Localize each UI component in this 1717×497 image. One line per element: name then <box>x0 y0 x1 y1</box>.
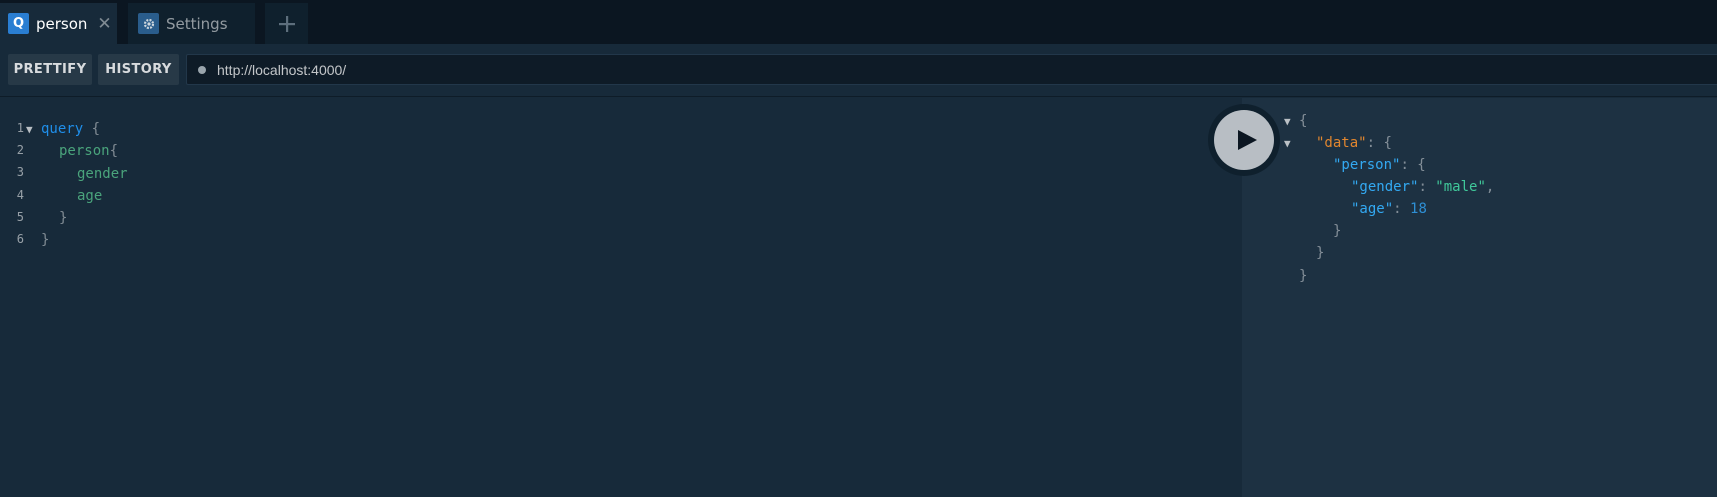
code-line-3: gender <box>77 163 128 185</box>
brace-token: } <box>1316 245 1325 261</box>
result-line: } <box>1316 242 1324 264</box>
line-number: 3 <box>16 165 24 179</box>
field-token: age <box>77 188 103 204</box>
result-line: } <box>1333 220 1341 242</box>
tab-label: person <box>36 14 88 33</box>
execute-query-button[interactable] <box>1208 104 1280 176</box>
code-line-2: person{ <box>59 140 118 162</box>
close-tab-icon[interactable]: ✕ <box>97 14 111 34</box>
endpoint-url: http://localhost:4000/ <box>217 61 347 78</box>
plus-icon <box>278 15 295 32</box>
tab-person[interactable]: Q person ✕ <box>0 3 117 44</box>
gender-key: "gender" <box>1351 179 1419 195</box>
endpoint-input[interactable]: http://localhost:4000/ <box>186 54 1717 85</box>
fold-arrow-icon[interactable]: ▼ <box>26 118 33 140</box>
brace-token: { <box>91 121 101 137</box>
line-number: 4 <box>16 188 24 202</box>
code-line-6: } <box>41 229 49 251</box>
data-key: "data" <box>1316 135 1367 151</box>
brace-token: } <box>1299 268 1308 284</box>
age-value: 18 <box>1410 201 1427 217</box>
brace-token: { <box>1417 157 1426 173</box>
code-line-1: query { <box>41 118 100 140</box>
age-key: "age" <box>1351 201 1394 217</box>
line-number: 6 <box>16 232 24 246</box>
field-token: gender <box>77 166 128 182</box>
brace-token: { <box>1383 135 1392 151</box>
brace-token: } <box>1333 223 1342 239</box>
result-line: { <box>1299 110 1307 132</box>
status-dot-icon <box>198 65 206 74</box>
brace-token: } <box>59 210 68 226</box>
brace-token: } <box>41 232 50 248</box>
code-line-4: age <box>77 185 102 207</box>
result-viewer: ▼ { ▼ "data": { "person": { "gender": "m… <box>1242 98 1717 497</box>
person-key: "person" <box>1333 157 1401 173</box>
execute-button-face <box>1214 110 1274 170</box>
query-badge-icon: Q <box>8 13 29 34</box>
gender-value: "male" <box>1435 179 1486 195</box>
graphql-playground: Q person ✕ Settings PRETTIFY HISTORY htt… <box>0 0 1717 497</box>
brace-token: { <box>1299 113 1308 129</box>
keyword-token: query <box>41 121 84 137</box>
result-line: "gender": "male", <box>1351 179 1495 195</box>
tab-settings[interactable]: Settings <box>128 3 255 44</box>
history-button[interactable]: HISTORY <box>98 54 179 85</box>
gear-icon <box>138 13 159 34</box>
toolbar: PRETTIFY HISTORY http://localhost:4000/ <box>0 44 1717 97</box>
field-token: person <box>59 143 110 159</box>
query-editor[interactable]: 1 2 3 4 5 6 ▼ query { person{ gender age… <box>0 98 1242 497</box>
tab-label: Settings <box>166 14 228 33</box>
fold-arrow-icon[interactable]: ▼ <box>1284 132 1291 154</box>
result-line: "person": { <box>1333 157 1426 173</box>
line-number: 5 <box>16 210 24 224</box>
result-line: "age": 18 <box>1351 201 1427 217</box>
line-number: 2 <box>16 143 24 157</box>
prettify-button[interactable]: PRETTIFY <box>8 54 92 85</box>
tab-bar: Q person ✕ Settings <box>0 0 1717 44</box>
result-line: "data": { <box>1316 135 1392 151</box>
line-number: 1 <box>16 121 24 135</box>
add-tab-button[interactable] <box>265 3 308 44</box>
brace-token: { <box>109 143 119 159</box>
fold-arrow-icon[interactable]: ▼ <box>1284 110 1291 132</box>
result-line: } <box>1299 265 1307 287</box>
play-icon <box>1237 130 1257 150</box>
code-line-5: } <box>59 207 67 229</box>
